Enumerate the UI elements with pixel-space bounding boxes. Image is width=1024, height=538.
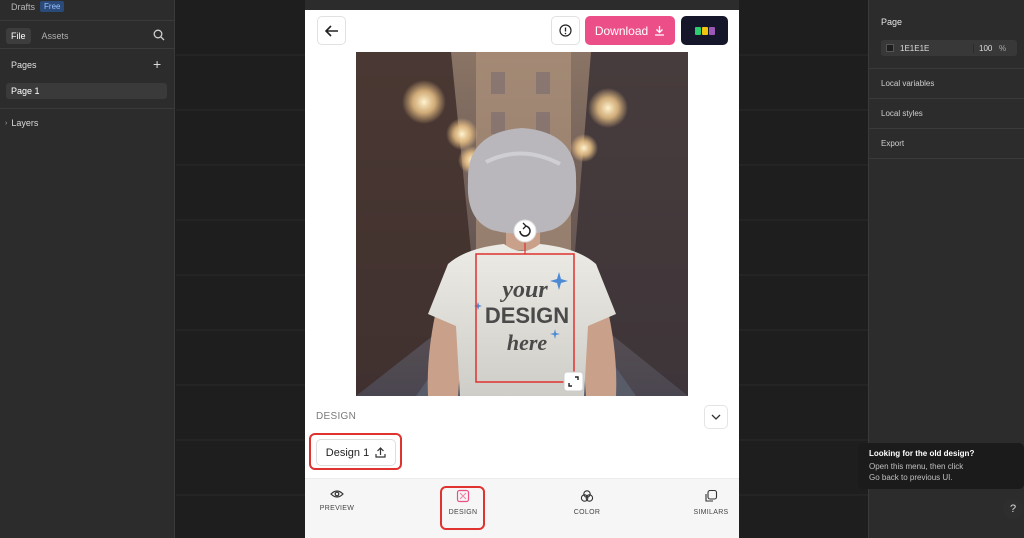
opacity-unit: % bbox=[999, 43, 1007, 53]
old-design-tooltip: Looking for the old design? Open this me… bbox=[858, 443, 1024, 489]
help-button[interactable]: ? bbox=[1003, 499, 1023, 519]
divider bbox=[0, 108, 175, 109]
app-logo-icon bbox=[701, 26, 708, 35]
app-switcher-button[interactable] bbox=[681, 16, 728, 45]
artwork-text-your: your bbox=[499, 277, 548, 303]
back-button[interactable] bbox=[317, 16, 346, 45]
search-icon[interactable] bbox=[153, 29, 165, 41]
left-sidebar: Drafts Free File Assets Pages + Page 1 ›… bbox=[0, 0, 175, 538]
add-page-icon[interactable]: + bbox=[153, 57, 161, 71]
eye-icon bbox=[330, 490, 344, 498]
layers-section[interactable]: › Layers bbox=[5, 118, 38, 128]
tab-file[interactable]: File bbox=[6, 28, 31, 44]
background-hex[interactable]: 1E1E1E bbox=[900, 44, 973, 53]
nav-preview[interactable]: PREVIEW bbox=[307, 489, 367, 512]
export-section[interactable]: Export bbox=[881, 139, 904, 148]
nav-similars-label: SIMILARS bbox=[693, 509, 729, 516]
background-opacity[interactable]: 100 bbox=[973, 43, 999, 53]
chevron-down-icon bbox=[711, 414, 721, 420]
chevron-right-icon: › bbox=[5, 119, 8, 127]
nav-color[interactable]: COLOR bbox=[557, 489, 617, 516]
tab-assets[interactable]: Assets bbox=[37, 28, 74, 44]
divider bbox=[0, 48, 175, 49]
divider bbox=[869, 68, 1024, 69]
nav-color-label: COLOR bbox=[573, 509, 601, 516]
color-icon bbox=[580, 490, 594, 502]
tooltip-line: Go back to previous UI. bbox=[869, 473, 953, 482]
layers-heading: Layers bbox=[11, 118, 39, 128]
tooltip-title: Looking for the old design? bbox=[869, 449, 975, 458]
divider bbox=[0, 20, 175, 21]
arrow-left-icon bbox=[324, 24, 338, 37]
divider bbox=[869, 128, 1024, 129]
local-styles-section[interactable]: Local styles bbox=[881, 109, 923, 118]
collapse-design-button[interactable] bbox=[704, 405, 728, 429]
artwork-text-design: DESIGN bbox=[485, 303, 569, 328]
design-section-title: DESIGN bbox=[316, 411, 357, 422]
rotate-icon[interactable] bbox=[513, 219, 537, 243]
divider bbox=[869, 158, 1024, 159]
page-heading: Page bbox=[881, 17, 903, 27]
design-icon bbox=[456, 489, 470, 503]
artwork-text-here: here bbox=[507, 330, 548, 355]
nav-design[interactable]: DESIGN bbox=[433, 489, 493, 516]
drafts-breadcrumb[interactable]: Drafts Free bbox=[11, 1, 65, 12]
color-swatch[interactable] bbox=[886, 44, 894, 52]
nav-preview-label: PREVIEW bbox=[319, 505, 355, 512]
nav-similars[interactable]: SIMILARS bbox=[681, 489, 741, 516]
plan-badge: Free bbox=[40, 1, 65, 12]
mockup-photo: your DESIGN here bbox=[356, 52, 688, 396]
app-logo-icon bbox=[694, 26, 701, 35]
similars-icon bbox=[705, 489, 718, 502]
info-button[interactable] bbox=[551, 16, 580, 45]
info-icon bbox=[559, 24, 572, 37]
design-item-label: Design 1 bbox=[325, 446, 370, 459]
resize-icon[interactable] bbox=[563, 371, 584, 392]
upload-icon[interactable] bbox=[375, 447, 386, 458]
plugin-title-strip bbox=[305, 0, 739, 10]
page-item[interactable]: Page 1 bbox=[6, 83, 167, 99]
bottom-navigation: PREVIEW DESIGN COLOR SIMILARS bbox=[305, 478, 739, 538]
local-variables-section[interactable]: Local variables bbox=[881, 79, 934, 88]
sidebar-tabs: File Assets bbox=[6, 28, 74, 44]
pages-heading: Pages bbox=[11, 60, 37, 70]
design-item[interactable]: Design 1 bbox=[316, 439, 396, 466]
tooltip-line: Open this menu, then click bbox=[869, 462, 964, 471]
download-button[interactable]: Download bbox=[585, 16, 675, 45]
page-background-field[interactable]: 1E1E1E 100 % bbox=[881, 40, 1017, 56]
divider bbox=[869, 98, 1024, 99]
app-logo-icon bbox=[708, 26, 715, 35]
download-icon bbox=[655, 26, 665, 36]
download-label: Download bbox=[594, 23, 649, 38]
drafts-label[interactable]: Drafts bbox=[11, 2, 35, 12]
mockup-preview-image[interactable]: your DESIGN here bbox=[356, 52, 688, 396]
mockup-plugin-window: Download your DESIGN here DESIGN Design … bbox=[305, 0, 739, 538]
nav-design-label: DESIGN bbox=[448, 509, 478, 516]
